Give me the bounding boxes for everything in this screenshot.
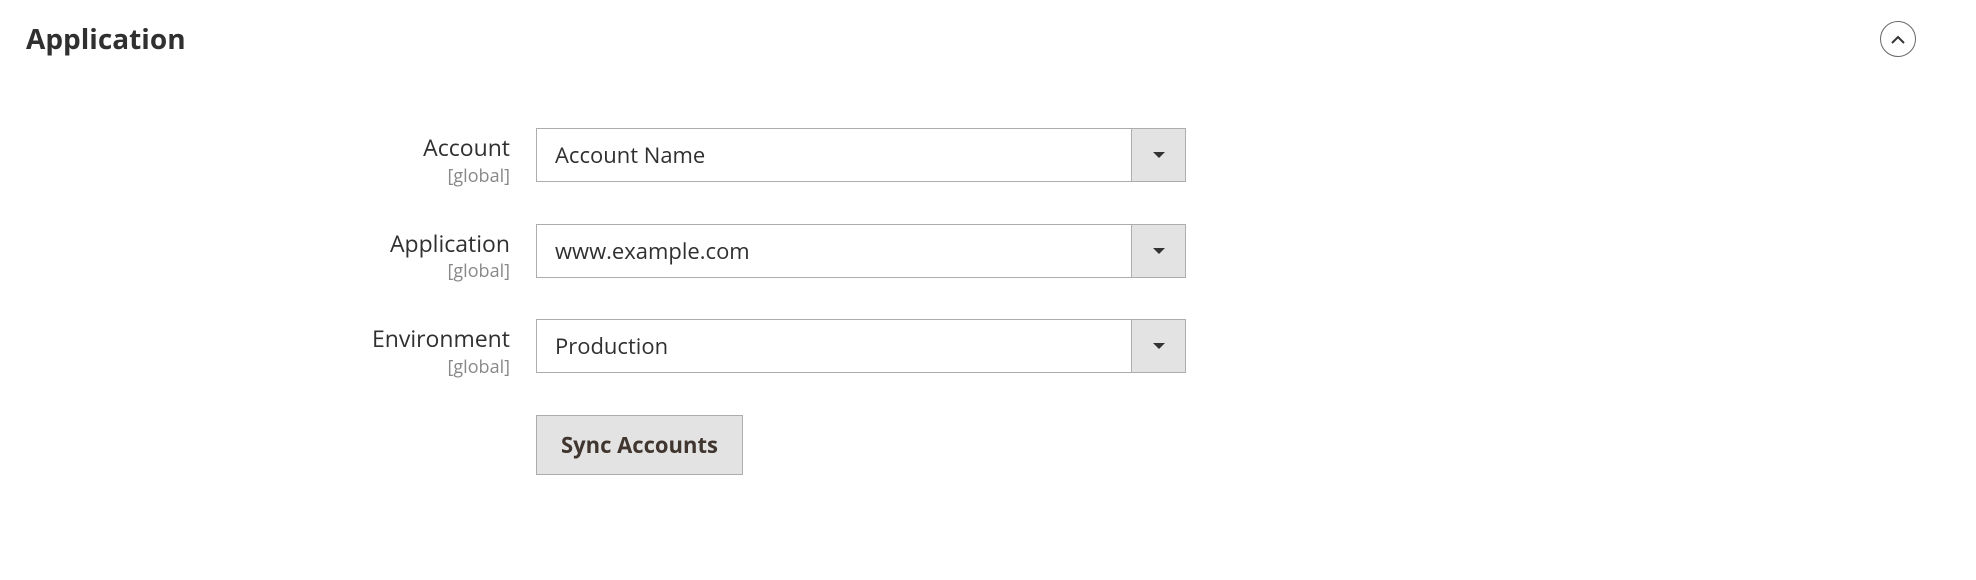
account-label: Account xyxy=(26,134,510,162)
form-row-actions: Sync Accounts xyxy=(26,415,1916,475)
environment-select[interactable]: Production xyxy=(536,319,1186,373)
form-area: Account [global] Account Name Applicatio… xyxy=(26,128,1916,475)
label-col-empty xyxy=(26,415,536,421)
account-select[interactable]: Account Name xyxy=(536,128,1186,182)
label-col: Account [global] xyxy=(26,128,536,188)
section-title: Application xyxy=(26,20,186,58)
environment-select-value: Production xyxy=(537,331,1131,361)
collapse-toggle[interactable] xyxy=(1880,21,1916,57)
label-col: Environment [global] xyxy=(26,319,536,379)
chevron-up-icon xyxy=(1891,28,1905,50)
caret-down-icon xyxy=(1131,129,1185,181)
form-row-application: Application [global] www.example.com xyxy=(26,224,1916,284)
environment-scope: [global] xyxy=(26,355,510,379)
control-col: Production xyxy=(536,319,1186,373)
form-row-environment: Environment [global] Production xyxy=(26,319,1916,379)
caret-down-icon xyxy=(1131,320,1185,372)
application-select-value: www.example.com xyxy=(537,236,1131,266)
account-select-value: Account Name xyxy=(537,140,1131,170)
label-col: Application [global] xyxy=(26,224,536,284)
application-select[interactable]: www.example.com xyxy=(536,224,1186,278)
caret-down-icon xyxy=(1131,225,1185,277)
control-col: Sync Accounts xyxy=(536,415,1186,475)
application-label: Application xyxy=(26,230,510,258)
control-col: www.example.com xyxy=(536,224,1186,278)
environment-label: Environment xyxy=(26,325,510,353)
account-scope: [global] xyxy=(26,164,510,188)
section-header: Application xyxy=(26,20,1916,58)
form-row-account: Account [global] Account Name xyxy=(26,128,1916,188)
control-col: Account Name xyxy=(536,128,1186,182)
application-scope: [global] xyxy=(26,259,510,283)
sync-accounts-button[interactable]: Sync Accounts xyxy=(536,415,743,475)
